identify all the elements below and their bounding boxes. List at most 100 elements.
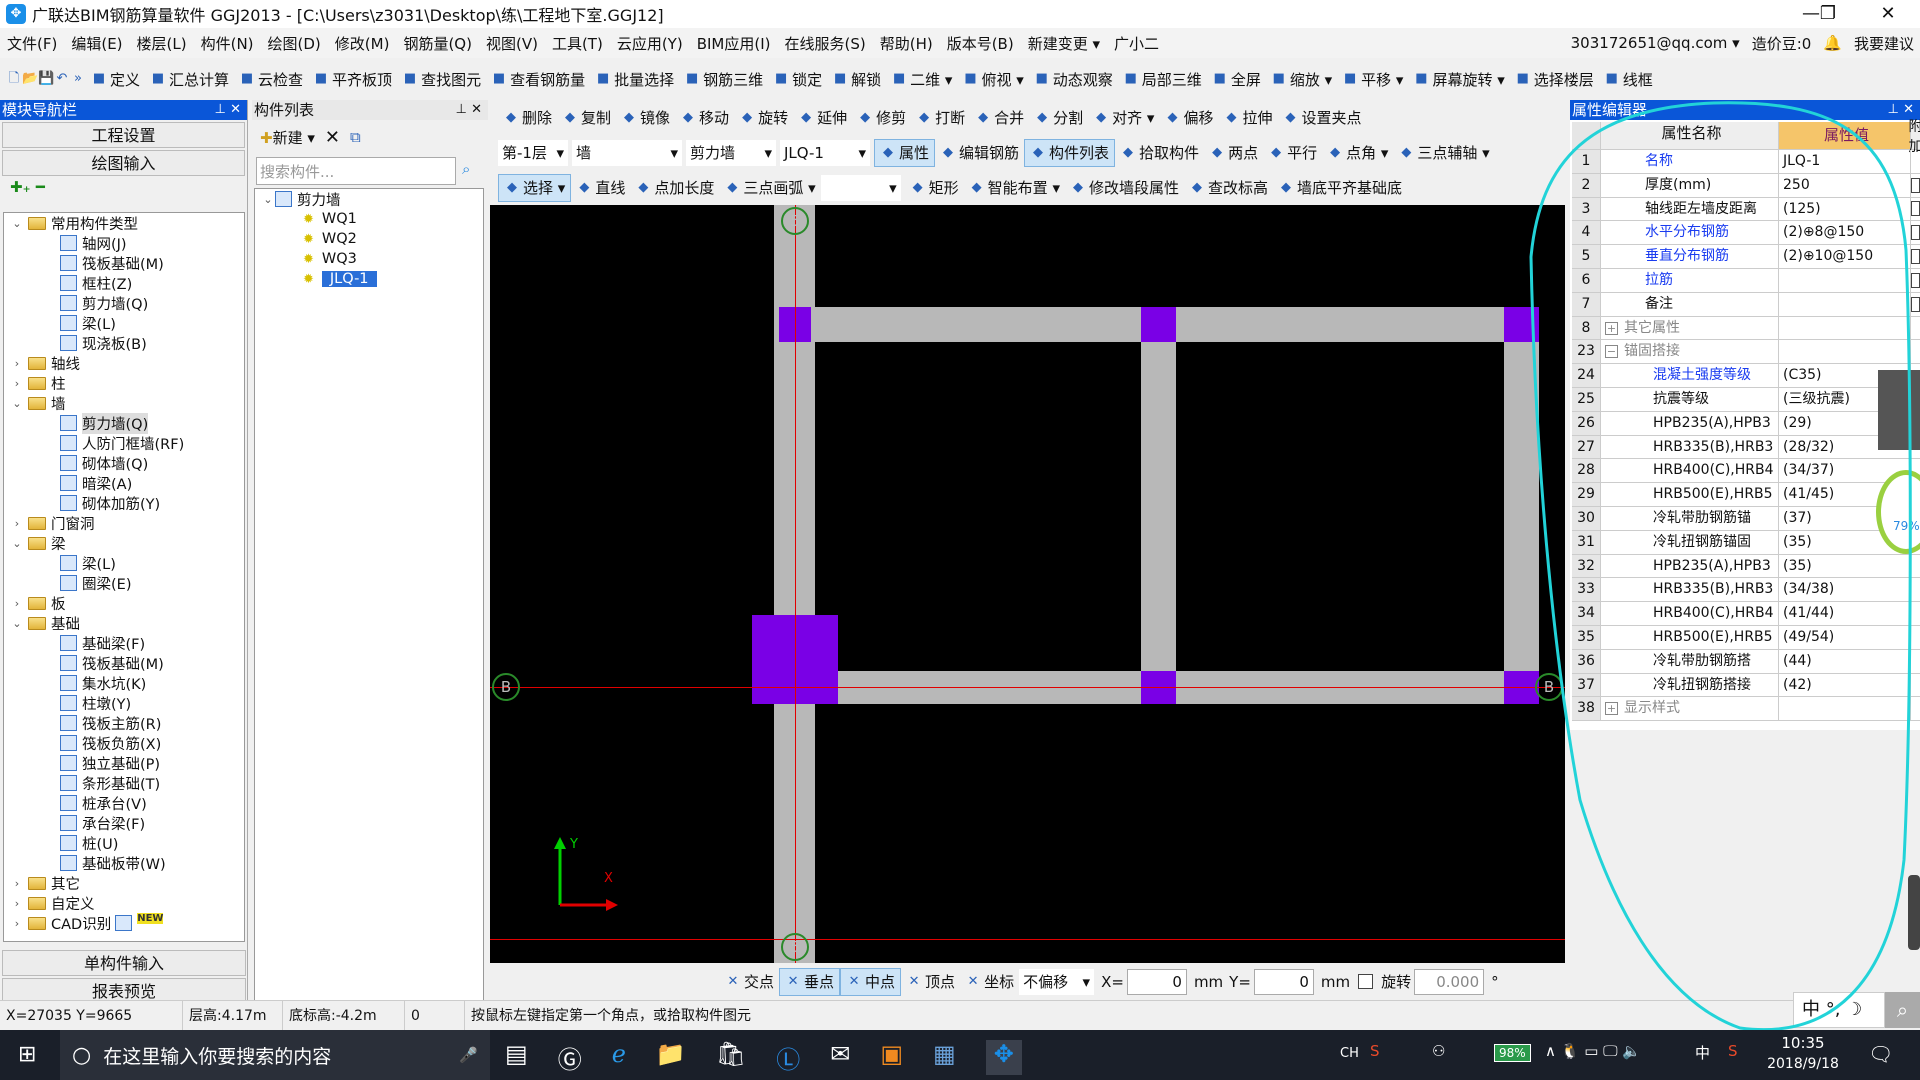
cad-app-icon[interactable]: ▦ bbox=[933, 1040, 956, 1075]
tree-item[interactable]: 筏板主筋(R) bbox=[4, 713, 244, 733]
property-row[interactable]: 6 拉筋 bbox=[1572, 268, 1920, 293]
tree-item[interactable]: 剪力墙(Q) bbox=[4, 412, 244, 434]
chevron-right-icon[interactable]: › bbox=[10, 917, 24, 930]
tree-folder[interactable]: › 柱 bbox=[4, 373, 244, 393]
search-input[interactable]: 搜索构件... bbox=[256, 157, 456, 185]
people-icon[interactable]: ⚇ bbox=[1432, 1042, 1445, 1060]
toolbar-button[interactable]: ◆ 直线 bbox=[571, 174, 630, 202]
chevron-down-icon[interactable]: ⌄ bbox=[10, 217, 24, 230]
component-item[interactable]: ✹ WQ2 bbox=[255, 229, 483, 249]
overflow-icon[interactable]: » bbox=[70, 71, 86, 87]
sogou-icon[interactable]: S bbox=[1370, 1042, 1380, 1060]
toolbar-button[interactable]: ■ 选择楼层 bbox=[1510, 65, 1599, 93]
extra-checkbox[interactable] bbox=[1911, 272, 1920, 288]
tree-item[interactable]: 条形基础(T) bbox=[4, 773, 244, 793]
tree-item[interactable]: 圈梁(E) bbox=[4, 573, 244, 593]
menu-item[interactable]: 视图(V) bbox=[479, 33, 545, 54]
property-row[interactable]: 7 备注 bbox=[1572, 292, 1920, 317]
toolbar-button[interactable]: ■ 查看钢筋量 bbox=[486, 65, 590, 93]
property-value[interactable]: 250 bbox=[1778, 173, 1910, 197]
menu-item[interactable]: 版本号(B) bbox=[940, 33, 1021, 54]
restore-button[interactable]: ❐ bbox=[1800, 0, 1856, 28]
toolbar-button[interactable]: ◆ 拾取构件 bbox=[1115, 139, 1204, 167]
snap-button[interactable]: ✕ 坐标 bbox=[960, 968, 1019, 996]
undo-icon[interactable]: ↶ bbox=[54, 71, 70, 87]
tree-item[interactable]: 人防门框墙(RF) bbox=[4, 433, 244, 453]
rotate-input[interactable]: 0.000 bbox=[1414, 968, 1485, 995]
property-value[interactable] bbox=[1778, 340, 1910, 364]
snap-button[interactable]: ✕ 交点 bbox=[720, 968, 779, 996]
draw-input-button[interactable]: 绘图输入 bbox=[2, 150, 245, 176]
property-row[interactable]: 3 轴线距左墙皮距离 (125) bbox=[1572, 197, 1920, 222]
property-value[interactable]: (2)⊕10@150 bbox=[1778, 245, 1910, 268]
toolbar-button[interactable]: ◆ 镜像 bbox=[616, 104, 675, 132]
property-row[interactable]: 2 厚度(mm) 250 bbox=[1572, 173, 1920, 198]
menu-item[interactable]: 新建变更 ▾ bbox=[1021, 33, 1107, 54]
toolbar-button[interactable]: ◆ 三点辅轴 ▾ bbox=[1393, 139, 1494, 167]
chevron-down-icon[interactable]: ⌄ bbox=[10, 397, 24, 410]
tree-item[interactable]: 砌体墙(Q) bbox=[4, 453, 244, 473]
tree-folder[interactable]: ⌄ 基础 bbox=[4, 613, 244, 633]
property-value[interactable] bbox=[1778, 292, 1910, 316]
toolbar-button[interactable]: ◆ 延伸 bbox=[793, 104, 852, 132]
extra-checkbox[interactable] bbox=[1911, 201, 1920, 217]
property-row[interactable]: 29 HRB500(E),HRB5 (41/45) bbox=[1572, 483, 1920, 507]
tree-item[interactable]: 柱墩(Y) bbox=[4, 693, 244, 713]
property-row[interactable]: 5 垂直分布钢筋 (2)⊕10@150 bbox=[1572, 245, 1920, 269]
glodon-app-icon[interactable]: ✥ bbox=[985, 1040, 1022, 1075]
extra-checkbox[interactable] bbox=[1911, 249, 1920, 265]
tree-item[interactable]: 梁(L) bbox=[4, 313, 244, 333]
clock-time[interactable]: 10:35 bbox=[1768, 1034, 1838, 1052]
toolbar-button[interactable]: ◆ 分割 bbox=[1029, 104, 1088, 132]
wall-segment[interactable] bbox=[1504, 307, 1539, 704]
tree-item[interactable]: 轴网(J) bbox=[4, 233, 244, 253]
menu-item[interactable]: 编辑(E) bbox=[64, 33, 129, 54]
extra-checkbox[interactable] bbox=[1911, 296, 1920, 312]
column[interactable] bbox=[1141, 307, 1176, 342]
property-row[interactable]: 28 HRB400(C),HRB4 (34/37) bbox=[1572, 459, 1920, 484]
property-value[interactable]: (49/54) bbox=[1778, 625, 1910, 649]
tree-item[interactable]: 桩(U) bbox=[4, 833, 244, 853]
store-icon[interactable]: 🛍 bbox=[716, 1040, 746, 1075]
toolbar-button[interactable]: ◆ 对齐 ▾ bbox=[1088, 104, 1159, 132]
toolbar-button[interactable]: ◆ 移动 bbox=[675, 104, 734, 132]
property-value[interactable]: (125) bbox=[1778, 197, 1910, 221]
tree-folder[interactable]: › 轴线 bbox=[4, 353, 244, 373]
toolbar-button[interactable]: ◆ 打断 bbox=[911, 104, 970, 132]
toolbar-button[interactable]: ◆ 属性 bbox=[874, 138, 936, 167]
expand-collapse-icons[interactable]: ✚₊ ━ bbox=[0, 178, 247, 204]
extra-checkbox[interactable] bbox=[1911, 225, 1920, 241]
drawing-canvas[interactable]: 5 5 B B Y X bbox=[490, 205, 1565, 963]
component-select[interactable]: JLQ-1 ▾ bbox=[780, 139, 870, 166]
toolbar-button[interactable]: ■ 锁定 bbox=[768, 65, 827, 93]
property-row[interactable]: 8 + 其它属性 bbox=[1572, 316, 1920, 341]
menu-item[interactable]: 钢筋量(Q) bbox=[396, 33, 479, 54]
draw-mode-select[interactable]: ▾ bbox=[820, 174, 901, 201]
property-value[interactable]: (44) bbox=[1778, 649, 1910, 673]
tree-item[interactable]: 筏板负筋(X) bbox=[4, 733, 244, 753]
expand-icon[interactable]: + bbox=[1605, 321, 1618, 335]
collapse-icon[interactable]: − bbox=[1605, 345, 1618, 359]
property-row[interactable]: 34 HRB400(C),HRB4 (41/44) bbox=[1572, 602, 1920, 626]
new-file-icon[interactable]: 🗋 bbox=[6, 71, 22, 87]
toolbar-button[interactable]: ◆ 拉伸 bbox=[1218, 104, 1277, 132]
toolbar-button[interactable]: ◆ 矩形 bbox=[905, 174, 964, 202]
save-icon[interactable]: 💾 bbox=[38, 71, 54, 87]
tree-folder[interactable]: › 其它 bbox=[4, 873, 244, 893]
tree-item[interactable]: 剪力墙(Q) bbox=[4, 293, 244, 313]
column[interactable] bbox=[1504, 307, 1539, 342]
property-row[interactable]: 38 + 显示样式 bbox=[1572, 697, 1920, 722]
property-row[interactable]: 24 混凝土强度等级 (C35) bbox=[1572, 364, 1920, 388]
menu-item[interactable]: 在线服务(S) bbox=[777, 33, 872, 54]
property-row[interactable]: 30 冷轧带肋钢筋锚 (37) bbox=[1572, 506, 1920, 531]
y-input[interactable]: 0 bbox=[1253, 968, 1314, 995]
ime-indicator[interactable]: 中 bbox=[1695, 1042, 1710, 1063]
microphone-icon[interactable]: 🎤 bbox=[459, 1046, 478, 1064]
search-icon[interactable]: ⌕ bbox=[462, 160, 470, 178]
suggest-button[interactable]: 我要建议 bbox=[1854, 33, 1914, 54]
chevron-right-icon[interactable]: › bbox=[10, 517, 24, 530]
x-input[interactable]: 0 bbox=[1126, 968, 1187, 995]
property-row[interactable]: 32 HPB235(A),HPB3 (35) bbox=[1572, 554, 1920, 579]
toolbar-button[interactable]: ■ 平移 ▾ bbox=[1337, 65, 1408, 93]
project-settings-button[interactable]: 工程设置 bbox=[2, 122, 245, 148]
